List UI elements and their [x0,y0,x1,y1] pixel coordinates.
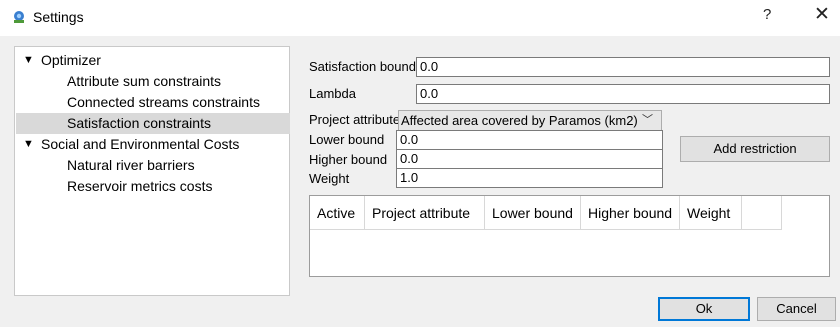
higher-bound-label: Higher bound [309,152,388,167]
tree-item-optimizer[interactable]: ▼ Optimizer [15,50,289,71]
column-header-weight[interactable]: Weight [680,196,742,230]
app-icon [14,11,24,23]
column-header-lower-bound[interactable]: Lower bound [485,196,581,230]
tree-item-label: Natural river barriers [67,157,195,173]
ok-button[interactable]: Ok [658,297,750,321]
settings-tree: ▼ Optimizer Attribute sum constraints Co… [14,46,290,296]
restrictions-table: Active Project attribute Lower bound Hig… [309,195,830,277]
higher-bound-field[interactable]: 0.0 [396,149,663,169]
tree-item-label: Satisfaction constraints [67,115,211,131]
satisfaction-bound-label: Satisfaction bound [309,59,416,74]
weight-field[interactable]: 1.0 [396,168,663,188]
tree-item-reservoir-metrics-costs[interactable]: Reservoir metrics costs [15,176,289,197]
column-header-higher-bound[interactable]: Higher bound [581,196,680,230]
help-button[interactable]: ? [763,6,771,23]
tree-item-connected-streams-constraints[interactable]: Connected streams constraints [15,92,289,113]
column-header-active[interactable]: Active [310,196,365,230]
column-header-empty[interactable] [742,196,782,230]
project-attribute-value: Affected area covered by Paramos (km2) [401,113,638,128]
project-attribute-label: Project attribute [309,112,401,127]
tree-item-label: Social and Environmental Costs [41,136,240,152]
tree-item-label: Connected streams constraints [67,94,260,110]
tree-item-satisfaction-constraints[interactable]: Satisfaction constraints [16,113,290,134]
cancel-button[interactable]: Cancel [757,297,836,321]
title-bar: Settings ? ✕ [0,0,840,36]
window-title: Settings [33,9,84,25]
lambda-field[interactable]: 0.0 [416,84,830,104]
chevron-down-icon[interactable]: ﹀ [642,111,653,130]
tree-item-label: Optimizer [41,52,101,68]
project-attribute-select[interactable]: Affected area covered by Paramos (km2) ﹀ [398,110,662,131]
lower-bound-label: Lower bound [309,132,385,147]
satisfaction-bound-field[interactable]: 0.0 [416,57,830,77]
column-header-project-attribute[interactable]: Project attribute [365,196,485,230]
chevron-down-icon[interactable]: ▼ [23,50,34,71]
tree-item-label: Reservoir metrics costs [67,178,213,194]
add-restriction-button[interactable]: Add restriction [680,136,830,162]
chevron-down-icon[interactable]: ▼ [23,134,34,155]
lower-bound-field[interactable]: 0.0 [396,130,663,150]
close-button[interactable]: ✕ [814,3,830,26]
lambda-label: Lambda [309,86,356,101]
tree-item-social-environmental-costs[interactable]: ▼ Social and Environmental Costs [15,134,289,155]
tree-item-natural-river-barriers[interactable]: Natural river barriers [15,155,289,176]
tree-item-label: Attribute sum constraints [67,73,222,89]
weight-label: Weight [309,171,350,186]
tree-item-attribute-sum-constraints[interactable]: Attribute sum constraints [15,71,289,92]
